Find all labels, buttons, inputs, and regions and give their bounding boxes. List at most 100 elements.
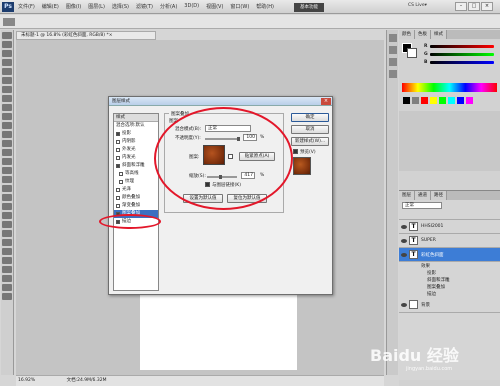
cs-live-button[interactable]: CS Live▾	[408, 3, 427, 8]
tool-icon[interactable]	[2, 86, 12, 93]
maximize-button[interactable]: □	[468, 2, 480, 11]
opacity-slider-handle[interactable]	[237, 137, 240, 141]
panel-tab[interactable]: 颜色	[399, 30, 415, 39]
close-window-button[interactable]: ×	[481, 2, 493, 11]
eye-icon[interactable]	[401, 224, 407, 229]
tool-icon[interactable]	[2, 113, 12, 120]
pattern-picker[interactable]	[203, 145, 225, 165]
rgb-sliders[interactable]: RGB	[421, 41, 497, 67]
style-list-item[interactable]: 等高线	[114, 170, 158, 178]
style-checkbox[interactable]	[116, 148, 120, 152]
cancel-button[interactable]: 取消	[291, 125, 329, 134]
style-list-item[interactable]: 外发光	[114, 146, 158, 154]
brush-icon[interactable]	[388, 58, 397, 66]
color-swatch[interactable]	[439, 97, 446, 104]
menu-item[interactable]: 滤镜(T)	[136, 3, 153, 10]
style-checkbox[interactable]	[116, 212, 120, 216]
tool-icon[interactable]	[2, 185, 12, 192]
color-swatch[interactable]	[421, 97, 428, 104]
tool-icon[interactable]	[2, 158, 12, 165]
color-slider[interactable]: G	[424, 51, 494, 57]
menu-item[interactable]: 图层(L)	[88, 3, 105, 10]
opacity-slider[interactable]	[205, 138, 239, 140]
color-slider[interactable]: B	[424, 59, 494, 65]
tool-icon[interactable]	[2, 50, 12, 57]
minimize-button[interactable]: –	[455, 2, 467, 11]
panel-tab[interactable]: 图层	[399, 191, 415, 200]
menu-item[interactable]: 3D(D)	[184, 3, 199, 10]
tool-icon[interactable]	[2, 32, 12, 39]
tool-icon[interactable]	[2, 176, 12, 183]
color-swatch[interactable]	[412, 97, 419, 104]
slider-track[interactable]	[430, 60, 494, 64]
slider-track[interactable]	[430, 52, 494, 56]
opacity-field[interactable]: 100	[243, 134, 257, 141]
style-checkbox[interactable]	[116, 188, 120, 192]
style-list-item[interactable]: 光泽	[114, 186, 158, 194]
scale-field[interactable]: 417	[241, 172, 255, 179]
eye-icon[interactable]	[401, 302, 407, 307]
tool-icon[interactable]	[2, 248, 12, 255]
dialog-close-button[interactable]: ×	[321, 98, 331, 105]
tool-icon[interactable]	[2, 95, 12, 102]
tool-icon[interactable]	[2, 293, 12, 300]
style-list-item[interactable]: 图案叠加	[114, 210, 158, 218]
scale-slider[interactable]	[207, 176, 237, 178]
background-layer[interactable]: 背景	[399, 297, 500, 313]
ok-button[interactable]: 确定	[291, 113, 329, 122]
tool-icon[interactable]	[2, 122, 12, 129]
tool-icon[interactable]	[2, 77, 12, 84]
document-tab[interactable]: 未标题-1 @ 16.8% (彩虹色斜面, RGB/8) *×	[16, 31, 156, 40]
make-default-button[interactable]: 设置为默认值	[183, 194, 223, 203]
effect-item[interactable]: 投影	[399, 269, 500, 276]
style-checkbox[interactable]	[116, 220, 120, 224]
tool-icon[interactable]	[2, 59, 12, 66]
effects-header[interactable]: 效果	[399, 262, 500, 269]
layer-row[interactable]: T 彩虹色斜面	[399, 248, 500, 262]
panel-tab[interactable]: 样式	[431, 30, 447, 39]
menu-item[interactable]: 选择(S)	[112, 3, 129, 10]
menu-item[interactable]: 分析(A)	[160, 3, 177, 10]
style-checkbox[interactable]	[116, 164, 120, 168]
color-spectrum[interactable]	[402, 83, 497, 92]
style-list-item[interactable]: 内发光	[114, 154, 158, 162]
style-checkbox[interactable]	[116, 156, 120, 160]
style-list-item[interactable]: 纹理	[114, 178, 158, 186]
tool-icon[interactable]	[2, 68, 12, 75]
style-list-item[interactable]: 颜色叠加	[114, 194, 158, 202]
tool-icon[interactable]	[2, 104, 12, 111]
tool-icon[interactable]	[2, 239, 12, 246]
layer-row[interactable]: T HHSI2001	[399, 220, 500, 234]
color-swatch[interactable]	[466, 97, 473, 104]
menu-item[interactable]: 编辑(E)	[42, 3, 59, 10]
color-swatch[interactable]	[457, 97, 464, 104]
character-icon[interactable]	[388, 70, 397, 78]
menu-item[interactable]: 视图(V)	[206, 3, 223, 10]
style-checkbox[interactable]	[119, 180, 123, 184]
eye-icon[interactable]	[401, 238, 407, 243]
style-checkbox[interactable]	[116, 204, 120, 208]
layer-blend-mode-select[interactable]: 正常	[402, 201, 442, 209]
style-list-item[interactable]: 内阴影	[114, 138, 158, 146]
style-list-item[interactable]: 渐变叠加	[114, 202, 158, 210]
color-swatch[interactable]	[403, 97, 410, 104]
tool-icon[interactable]	[2, 203, 12, 210]
tool-icon[interactable]	[2, 230, 12, 237]
effect-item[interactable]: 图案叠加	[399, 283, 500, 290]
menu-item[interactable]: 文件(F)	[18, 3, 35, 10]
panel-tab[interactable]: 路径	[431, 191, 447, 200]
color-swatch[interactable]	[448, 97, 455, 104]
link-with-layer-checkbox[interactable]	[205, 182, 210, 187]
tool-icon[interactable]	[2, 221, 12, 228]
tool-icon[interactable]	[2, 194, 12, 201]
move-tool-icon[interactable]	[3, 18, 15, 26]
panel-tab[interactable]: 通道	[415, 191, 431, 200]
pattern-dropdown-arrow-icon[interactable]	[228, 154, 233, 159]
style-list-item[interactable]: 描边	[114, 218, 158, 226]
style-checkbox[interactable]	[116, 132, 120, 136]
style-checkbox[interactable]	[116, 196, 120, 200]
essentials-workspace-button[interactable]: 基本功能	[294, 3, 324, 12]
effect-item[interactable]: 描边	[399, 290, 500, 297]
layer-row[interactable]: T SUPER	[399, 234, 500, 248]
menu-item[interactable]: 帮助(H)	[256, 3, 274, 10]
